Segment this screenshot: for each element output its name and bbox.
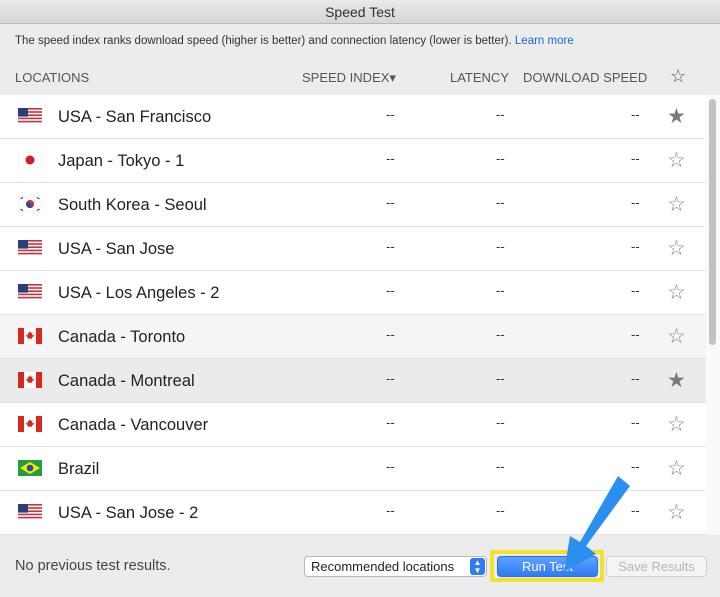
location-name: Brazil: [58, 460, 100, 478]
window-title: Speed Test: [0, 0, 720, 24]
favorite-star-icon[interactable]: ★: [667, 368, 686, 393]
latency-value: --: [496, 459, 505, 474]
list-item[interactable]: Canada - Montreal -- -- -- ★: [0, 359, 706, 403]
us-flag-icon: [18, 284, 42, 300]
speed-index-value: --: [386, 503, 395, 518]
ca-flag-icon: [18, 328, 42, 344]
br-flag-icon: [18, 460, 42, 476]
favorite-star-icon[interactable]: ☆: [667, 412, 686, 437]
download-speed-value: --: [631, 283, 640, 298]
list-item[interactable]: USA - San Francisco -- -- -- ★: [0, 95, 706, 139]
us-flag-icon: [18, 504, 42, 520]
favorite-star-icon[interactable]: ☆: [667, 192, 686, 217]
learn-more-link[interactable]: Learn more: [515, 35, 574, 47]
locations-list[interactable]: USA - San Francisco -- -- -- ★ Japan - T…: [0, 95, 720, 535]
speed-index-value: --: [386, 195, 395, 210]
latency-value: --: [496, 151, 505, 166]
select-value: Recommended locations: [311, 559, 455, 574]
us-flag-icon: [18, 108, 42, 124]
list-item[interactable]: Canada - Toronto -- -- -- ☆: [0, 315, 706, 359]
latency-value: --: [496, 283, 505, 298]
pointer-arrow-icon: [564, 476, 630, 572]
list-item[interactable]: South Korea - Seoul -- -- -- ☆: [0, 183, 706, 227]
download-speed-value: --: [631, 151, 640, 166]
location-name: Japan - Tokyo - 1: [58, 152, 185, 170]
list-item[interactable]: Canada - Vancouver -- -- -- ☆: [0, 403, 706, 447]
test-status-text: No previous test results.: [15, 558, 171, 574]
us-flag-icon: [18, 240, 42, 256]
speed-index-value: --: [386, 151, 395, 166]
favorite-star-icon[interactable]: ★: [667, 104, 686, 129]
chevron-updown-icon: ▲ ▼: [470, 558, 485, 575]
download-speed-value: --: [631, 327, 640, 342]
location-name: USA - Los Angeles - 2: [58, 284, 220, 302]
list-scrollbar[interactable]: [706, 95, 720, 535]
speed-index-value: --: [386, 371, 395, 386]
favorite-star-icon[interactable]: ☆: [667, 500, 686, 525]
scrollbar-thumb[interactable]: [709, 99, 716, 345]
speed-index-value: --: [386, 415, 395, 430]
speed-index-value: --: [386, 107, 395, 122]
list-item[interactable]: USA - Los Angeles - 2 -- -- -- ☆: [0, 271, 706, 315]
location-name: South Korea - Seoul: [58, 196, 207, 214]
location-name: USA - San Francisco: [58, 108, 212, 126]
location-name: Canada - Toronto: [58, 328, 186, 346]
location-name: Canada - Montreal: [58, 372, 195, 390]
favorite-star-icon[interactable]: ☆: [667, 148, 686, 173]
column-header: LOCATIONS SPEED INDEX▾ LATENCY DOWNLOAD …: [0, 60, 720, 94]
latency-value: --: [496, 107, 505, 122]
list-item[interactable]: Japan - Tokyo - 1 -- -- -- ☆: [0, 139, 706, 183]
info-text: The speed index ranks download speed (hi…: [15, 35, 512, 47]
speed-index-value: --: [386, 327, 395, 342]
column-latency[interactable]: LATENCY: [450, 70, 509, 85]
location-name: USA - San Jose - 2: [58, 504, 199, 522]
download-speed-value: --: [631, 195, 640, 210]
jp-flag-icon: [18, 152, 42, 168]
column-speed-index[interactable]: SPEED INDEX▾: [302, 70, 396, 86]
favorite-star-icon[interactable]: ☆: [667, 324, 686, 349]
latency-value: --: [496, 371, 505, 386]
location-filter-select[interactable]: Recommended locations ▲ ▼: [304, 556, 487, 577]
speed-index-value: --: [386, 459, 395, 474]
speed-index-value: --: [386, 283, 395, 298]
location-name: Canada - Vancouver: [58, 416, 209, 434]
ca-flag-icon: [18, 372, 42, 388]
column-locations[interactable]: LOCATIONS: [15, 70, 89, 85]
latency-value: --: [496, 415, 505, 430]
favorite-star-icon[interactable]: ☆: [667, 280, 686, 305]
favorite-star-icon[interactable]: ☆: [667, 236, 686, 261]
column-download-speed[interactable]: DOWNLOAD SPEED: [523, 70, 647, 85]
location-name: USA - San Jose: [58, 240, 175, 258]
download-speed-value: --: [631, 415, 640, 430]
latency-value: --: [496, 239, 505, 254]
download-speed-value: --: [631, 239, 640, 254]
download-speed-value: --: [631, 107, 640, 122]
latency-value: --: [496, 503, 505, 518]
latency-value: --: [496, 195, 505, 210]
download-speed-value: --: [631, 371, 640, 386]
speed-index-value: --: [386, 239, 395, 254]
latency-value: --: [496, 327, 505, 342]
list-item[interactable]: USA - San Jose -- -- -- ☆: [0, 227, 706, 271]
column-favorite-star-icon[interactable]: ☆: [670, 66, 686, 87]
favorite-star-icon[interactable]: ☆: [667, 456, 686, 481]
kr-flag-icon: [18, 196, 42, 212]
info-bar: The speed index ranks download speed (hi…: [0, 24, 720, 60]
ca-flag-icon: [18, 416, 42, 432]
